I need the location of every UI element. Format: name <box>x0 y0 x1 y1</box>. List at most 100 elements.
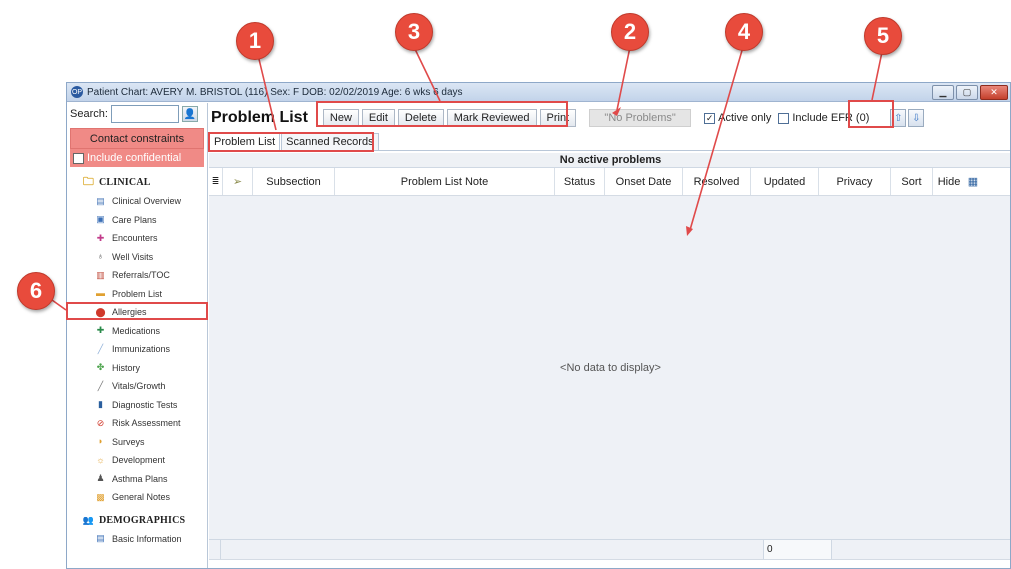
sidebar-item-basic-information[interactable]: ▤ Basic Information <box>67 530 207 549</box>
footer-spacer <box>209 540 221 559</box>
checked-checkbox-icon[interactable]: ✓ <box>704 112 716 124</box>
clinical-heading-label: CLINICAL <box>99 177 151 188</box>
main-panel: Problem List New Edit Delete Mark Review… <box>209 103 1010 568</box>
search-label: Search: <box>70 108 108 120</box>
include-efr-checkbox[interactable]: Include EFR (0) <box>778 112 869 124</box>
new-button[interactable]: New <box>322 109 359 127</box>
sidebar-item-development[interactable]: ☼ Development <box>67 451 207 470</box>
diagnostic-tests-icon: ▮ <box>98 399 103 410</box>
active-problems-banner: No active problems <box>209 153 1010 168</box>
minimize-button[interactable]: ▁ <box>932 84 954 100</box>
sort-arrows: ⇧ ⇩ <box>890 109 925 127</box>
sidebar-item-label: Allergies <box>112 307 147 318</box>
callout-marker-1: 1 <box>236 22 274 60</box>
patient-chart-window: OP Patient Chart: AVERY M. BRISTOL (116)… <box>66 82 1011 569</box>
no-problems-status-button[interactable]: "No Problems" <box>589 109 692 127</box>
callout-marker-4: 4 <box>725 13 763 51</box>
sidebar-item-allergies[interactable]: ⬤ Allergies <box>67 303 207 322</box>
sidebar-item-label: Care Plans <box>112 214 157 225</box>
sidebar-item-label: Problem List <box>112 288 163 299</box>
sidebar-item-asthma-plans[interactable]: ♟ Asthma Plans <box>67 470 207 489</box>
sidebar-item-label: Development <box>112 455 166 466</box>
sidebar-item-vitals-growth[interactable]: ╱ Vitals/Growth <box>67 377 207 396</box>
filter-arrow-icon[interactable]: ➢ <box>223 168 253 195</box>
include-confidential-checkbox[interactable]: Include confidential <box>70 149 204 167</box>
column-problem-list-note[interactable]: Problem List Note <box>335 168 555 195</box>
demographics-nav-list: ▤ Basic Information <box>67 530 207 549</box>
immunizations-icon: ╱ <box>97 343 104 354</box>
tab-scanned-records[interactable]: Scanned Records <box>281 133 379 150</box>
clinical-section-heading[interactable]: 🗀 CLINICAL <box>67 167 207 192</box>
grid-footer: 0 <box>209 539 1010 559</box>
sidebar-item-general-notes[interactable]: ▩ General Notes <box>67 488 207 507</box>
sidebar-item-immunizations[interactable]: ╱ Immunizations <box>67 340 207 359</box>
title-bar: OP Patient Chart: AVERY M. BRISTOL (116)… <box>67 83 1010 102</box>
overview-icon: ▤ <box>96 195 105 206</box>
column-resolved[interactable]: Resolved <box>683 168 751 195</box>
maximize-button[interactable]: ▢ <box>956 84 978 100</box>
sidebar-item-label: Asthma Plans <box>112 473 168 484</box>
allergies-icon: ⬤ <box>95 306 106 317</box>
callout-marker-5: 5 <box>864 17 902 55</box>
sidebar-item-label: Vitals/Growth <box>112 381 166 392</box>
move-up-arrow-icon[interactable]: ⇧ <box>890 109 907 127</box>
search-input[interactable] <box>110 105 179 123</box>
sidebar-item-label: Medications <box>112 325 161 336</box>
save-layout-icon[interactable]: ▦ <box>965 168 981 195</box>
sidebar-item-label: Clinical Overview <box>112 196 182 207</box>
column-privacy[interactable]: Privacy <box>819 168 891 195</box>
callout-marker-3: 3 <box>395 13 433 51</box>
window-title: Patient Chart: AVERY M. BRISTOL (116) Se… <box>87 86 463 98</box>
column-sort[interactable]: Sort <box>891 168 933 195</box>
clinical-nav-list: ▤ Clinical Overview ▣ Care Plans ✚ Encounters… <box>67 192 207 507</box>
general-notes-icon: ▩ <box>96 491 105 502</box>
footer-count: 0 <box>764 540 832 559</box>
sidebar-item-risk-assessment[interactable]: ⊘ Risk Assessment <box>67 414 207 433</box>
active-only-label: Active only <box>718 112 772 124</box>
tab-problem-list[interactable]: Problem List <box>209 133 281 150</box>
grid-empty-area: <No data to display> <box>209 196 1010 539</box>
print-button[interactable]: Print <box>539 109 577 127</box>
sidebar-item-label: Immunizations <box>112 344 171 355</box>
column-updated[interactable]: Updated <box>751 168 819 195</box>
sidebar-item-care-plans[interactable]: ▣ Care Plans <box>67 211 207 230</box>
folder-icon: 🗀 <box>82 176 95 188</box>
asthma-plans-icon: ♟ <box>96 473 105 484</box>
demographics-section-heading[interactable]: 👥 DEMOGRAPHICS <box>67 507 207 530</box>
delete-button[interactable]: Delete <box>397 109 444 127</box>
search-person-icon[interactable]: 👤 <box>181 106 198 122</box>
move-down-arrow-icon[interactable]: ⇩ <box>908 109 925 127</box>
close-button[interactable]: ✕ <box>980 84 1008 100</box>
sidebar-item-history[interactable]: ✤ History <box>67 359 207 378</box>
sidebar-item-label: Referrals/TOC <box>112 270 170 281</box>
sidebar-item-clinical-overview[interactable]: ▤ Clinical Overview <box>67 192 207 211</box>
sidebar-item-encounters[interactable]: ✚ Encounters <box>67 229 207 248</box>
sidebar-item-well-visits[interactable]: ♁ Well Visits <box>67 248 207 267</box>
window-controls: ▁ ▢ ✕ <box>932 84 1010 100</box>
sidebar-item-diagnostic-tests[interactable]: ▮ Diagnostic Tests <box>67 396 207 415</box>
history-icon: ✤ <box>96 362 105 373</box>
sidebar-item-medications[interactable]: ✚ Medications <box>67 322 207 341</box>
column-status[interactable]: Status <box>555 168 605 195</box>
sidebar-item-surveys[interactable]: ◗ Surveys <box>67 433 207 452</box>
checkbox-icon[interactable] <box>73 152 84 164</box>
sidebar-item-referrals-toc[interactable]: ▥ Referrals/TOC <box>67 266 207 285</box>
sidebar-item-label: Encounters <box>112 233 158 244</box>
app-logo-icon: OP <box>71 86 83 98</box>
sidebar-item-problem-list[interactable]: ▬ Problem List <box>67 285 207 304</box>
column-hide[interactable]: Hide <box>933 168 965 195</box>
column-chooser-icon[interactable]: ≣ <box>209 168 223 195</box>
column-subsection[interactable]: Subsection <box>253 168 335 195</box>
surveys-icon: ◗ <box>97 436 104 447</box>
referrals-icon: ▥ <box>96 269 105 280</box>
people-icon: 👥 <box>82 514 95 525</box>
unchecked-checkbox-icon[interactable] <box>778 112 790 124</box>
mark-reviewed-button[interactable]: Mark Reviewed <box>446 109 537 127</box>
edit-button[interactable]: Edit <box>361 109 395 127</box>
active-only-checkbox[interactable]: ✓ Active only <box>704 112 771 124</box>
contact-constraints-button[interactable]: Contact constraints <box>70 128 204 149</box>
sidebar-item-label: Well Visits <box>112 251 154 262</box>
basic-information-icon: ▤ <box>96 533 105 544</box>
column-onset-date[interactable]: Onset Date <box>605 168 683 195</box>
care-plans-icon: ▣ <box>96 214 105 225</box>
